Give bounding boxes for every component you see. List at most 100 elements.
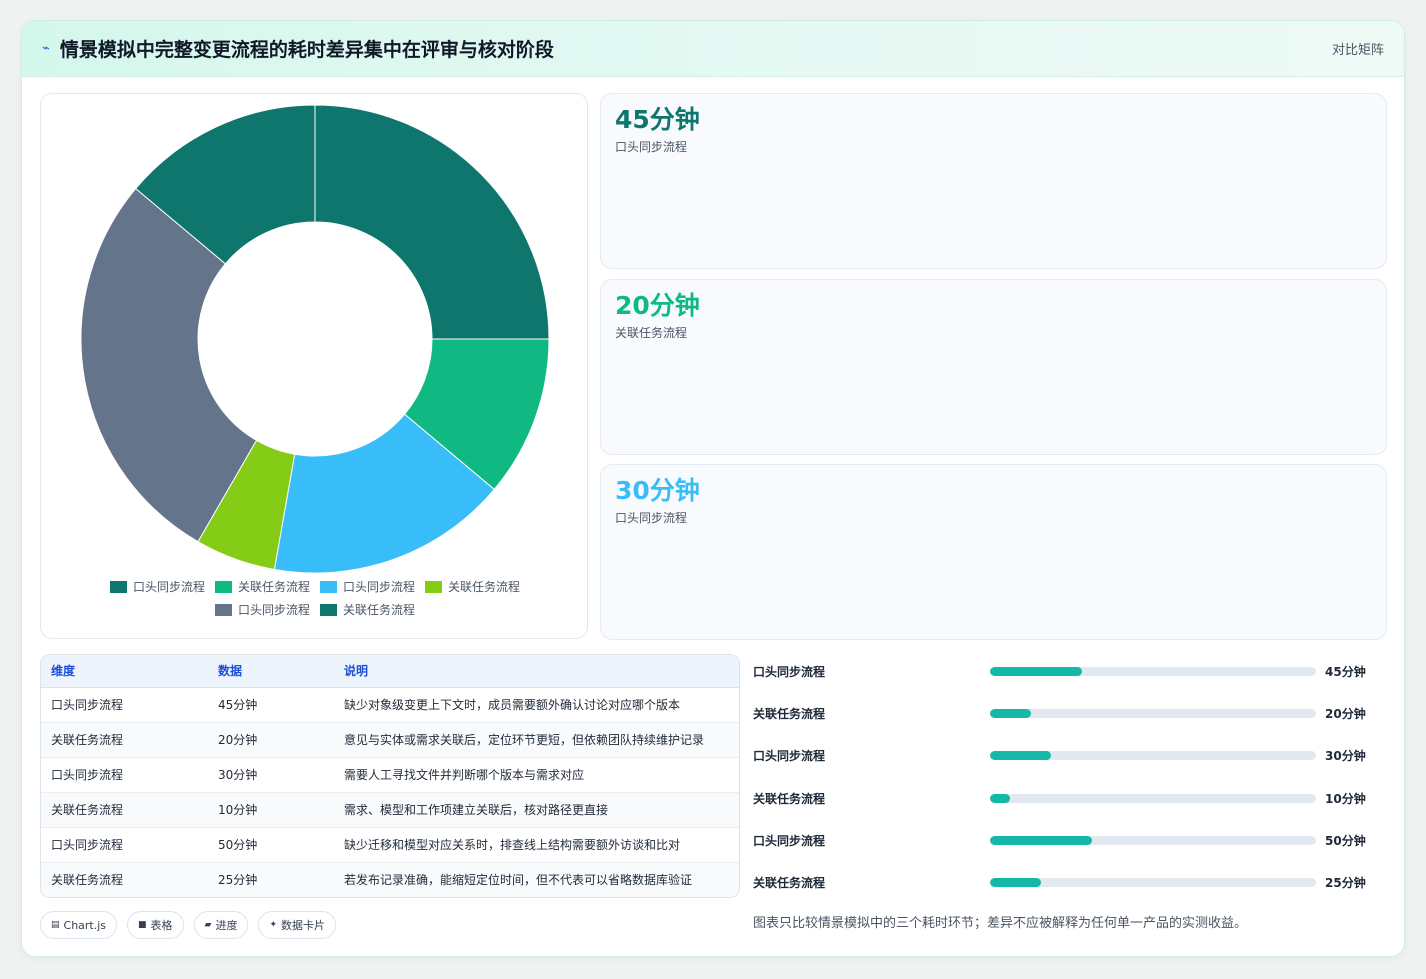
bar-value: 30分钟	[1325, 748, 1366, 763]
bar-track	[990, 835, 1316, 845]
table-row: 关联任务流程 25分钟 若发布记录准确，能缩短定位时间，但不代表可以省略数据库验…	[41, 862, 739, 897]
legend-swatch	[425, 580, 443, 593]
table-cell: 若发布记录准确，能缩短定位时间，但不代表可以省略数据库验证	[334, 862, 739, 897]
pie-slice[interactable]	[314, 104, 550, 340]
bar-label: 口头同步流程	[753, 833, 826, 848]
table-cell: 意见与实体或需求关联后，定位环节更短，但依赖团队持续维护记录	[334, 722, 739, 758]
chart-icon: ▤	[51, 920, 60, 930]
chip-data-card[interactable]: ✦ 数据卡片	[258, 911, 337, 939]
table-row: 关联任务流程 20分钟 意见与实体或需求关联后，定位环节更短，但依赖团队持续维护…	[41, 722, 739, 758]
chip-chartjs[interactable]: ▤ Chart.js	[40, 911, 118, 939]
table-cell: 关联任务流程	[41, 722, 208, 758]
bar-row: 关联任务流程 10分钟	[753, 788, 1393, 808]
stat-card-2: 20分钟 关联任务流程	[600, 279, 1387, 455]
legend-swatch	[214, 603, 232, 616]
chip-table[interactable]: ■ 表格	[127, 911, 184, 939]
legend-swatch	[320, 580, 337, 593]
table-cell: 50分钟	[208, 827, 334, 863]
table-cell: 口头同步流程	[41, 827, 208, 863]
chart-legend: 口头同步流程 关联任务流程 口头同步流程 关联任务流程 口头同步流程 关联任务流程	[41, 578, 589, 618]
legend-swatch	[214, 580, 232, 593]
column-header: 说明	[334, 655, 739, 688]
chip-label: 表格	[150, 919, 173, 932]
data-table: 维度 数据 说明 口头同步流程 45分钟 缺少对象级变更上下文时，成员需要额外确…	[40, 654, 740, 898]
lightning-icon: ⌁	[42, 41, 50, 56]
bar-row: 关联任务流程 25分钟	[753, 872, 1393, 892]
bar-track	[990, 666, 1316, 676]
chip-progress[interactable]: ▰ 进度	[193, 911, 249, 939]
table-row: 关联任务流程 10分钟 需求、模型和工作项建立关联后，核对路径更直接	[41, 792, 739, 828]
table-cell: 关联任务流程	[41, 862, 208, 897]
bar-value: 45分钟	[1325, 664, 1366, 679]
table-cell: 缺少对象级变更上下文时，成员需要额外确认讨论对应哪个版本	[334, 687, 739, 723]
card-icon: ✦	[269, 920, 278, 930]
table-cell: 需要人工寻找文件并判断哪个版本与需求对应	[334, 757, 739, 793]
donut-chart-panel: 口头同步流程 关联任务流程 口头同步流程 关联任务流程 口头同步流程 关联任务流程	[40, 93, 588, 639]
bar-value: 50分钟	[1325, 833, 1366, 848]
legend-label: 口头同步流程	[237, 603, 310, 617]
bar-fill	[990, 877, 1041, 887]
table-cell: 25分钟	[208, 862, 334, 897]
bar-value: 20分钟	[1325, 706, 1366, 721]
table-cell: 10分钟	[208, 792, 334, 828]
table-cell: 45分钟	[208, 687, 334, 723]
bar-value: 10分钟	[1325, 791, 1366, 806]
stat-label: 口头同步流程	[615, 140, 688, 154]
bar-label: 关联任务流程	[753, 875, 826, 890]
bar-fill	[990, 666, 1082, 676]
stat-label: 口头同步流程	[615, 511, 688, 525]
legend-item[interactable]: 关联任务流程	[320, 601, 415, 618]
legend-label: 口头同步流程	[132, 580, 205, 594]
legend-item[interactable]: 关联任务流程	[425, 578, 520, 595]
legend-item[interactable]: 口头同步流程	[320, 578, 415, 595]
legend-item[interactable]: 关联任务流程	[214, 578, 310, 595]
feature-chips: ▤ Chart.js ■ 表格 ▰ 进度 ✦ 数据卡片	[40, 911, 337, 939]
bar-fill	[990, 750, 1052, 760]
bar-label: 关联任务流程	[753, 791, 826, 806]
page-title: 情景模拟中完整变更流程的耗时差异集中在评审与核对阶段	[59, 39, 554, 61]
bar-value: 25分钟	[1325, 875, 1366, 890]
bar-row: 口头同步流程 50分钟	[753, 830, 1393, 850]
table-cell: 缺少迁移和模型对应关系时，排查线上结构需要额外访谈和比对	[334, 827, 739, 863]
legend-item[interactable]: 口头同步流程	[214, 601, 310, 618]
progress-icon: ▰	[204, 920, 212, 930]
table-cell: 30分钟	[208, 757, 334, 793]
matrix-link[interactable]: 对比矩阵	[1332, 39, 1384, 58]
stat-card-1: 45分钟 口头同步流程	[600, 93, 1387, 269]
legend-item[interactable]: 口头同步流程	[109, 578, 205, 595]
chip-label: 进度	[215, 919, 238, 932]
bar-row: 口头同步流程 30分钟	[753, 745, 1393, 765]
table-cell: 口头同步流程	[41, 687, 208, 723]
bar-row: 关联任务流程 20分钟	[753, 703, 1393, 723]
bar-fill	[990, 708, 1031, 718]
stat-value: 30分钟	[615, 476, 700, 505]
stat-card-3: 30分钟 口头同步流程	[600, 464, 1387, 640]
table-row: 口头同步流程 50分钟 缺少迁移和模型对应关系时，排查线上结构需要额外访谈和比对	[41, 827, 739, 863]
table-cell: 关联任务流程	[41, 792, 208, 828]
legend-label: 关联任务流程	[448, 580, 521, 594]
legend-label: 口头同步流程	[343, 580, 416, 594]
table-row: 口头同步流程 30分钟 需要人工寻找文件并判断哪个版本与需求对应	[41, 757, 739, 793]
bar-label: 口头同步流程	[753, 748, 826, 763]
legend-label: 关联任务流程	[343, 603, 416, 617]
table-icon: ■	[138, 920, 147, 930]
column-header: 数据	[208, 655, 334, 688]
bar-track	[990, 877, 1316, 887]
table-header-row: 维度 数据 说明	[41, 655, 739, 688]
bar-fill	[990, 835, 1092, 845]
stat-value: 45分钟	[615, 105, 700, 134]
table-row: 口头同步流程 45分钟 缺少对象级变更上下文时，成员需要额外确认讨论对应哪个版本	[41, 687, 739, 723]
legend-swatch	[320, 603, 337, 616]
header: ⌁ 情景模拟中完整变更流程的耗时差异集中在评审与核对阶段 对比矩阵	[22, 21, 1404, 77]
bar-track	[990, 793, 1316, 803]
chip-label: 数据卡片	[281, 919, 326, 932]
bar-track	[990, 708, 1316, 718]
footnote: 图表只比较情景模拟中的三个耗时环节；差异不应被解释为任何单一产品的实测收益。	[753, 916, 1248, 931]
bar-fill	[990, 793, 1011, 803]
bar-label: 关联任务流程	[753, 706, 826, 721]
legend-swatch	[109, 580, 127, 593]
table-cell: 20分钟	[208, 722, 334, 758]
column-header: 维度	[41, 655, 208, 688]
chip-label: Chart.js	[63, 918, 107, 932]
bar-row: 口头同步流程 45分钟	[753, 661, 1393, 681]
